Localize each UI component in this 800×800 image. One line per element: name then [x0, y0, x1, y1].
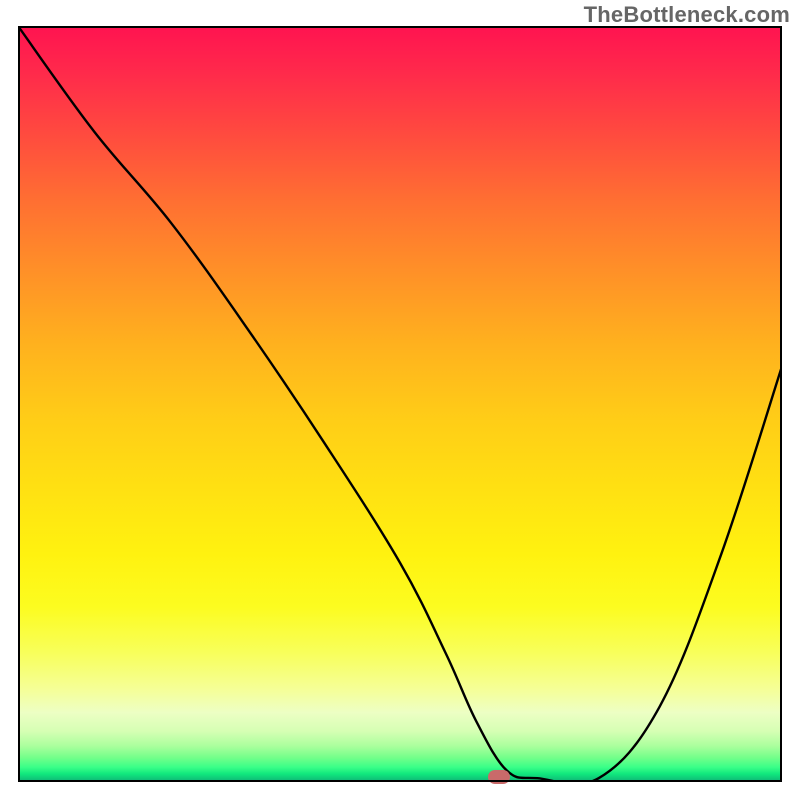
chart-stage: TheBottleneck.com [0, 0, 800, 800]
watermark-text: TheBottleneck.com [584, 2, 790, 28]
optimum-marker [488, 770, 510, 784]
plot-area [18, 26, 782, 782]
bottleneck-curve [18, 26, 782, 782]
